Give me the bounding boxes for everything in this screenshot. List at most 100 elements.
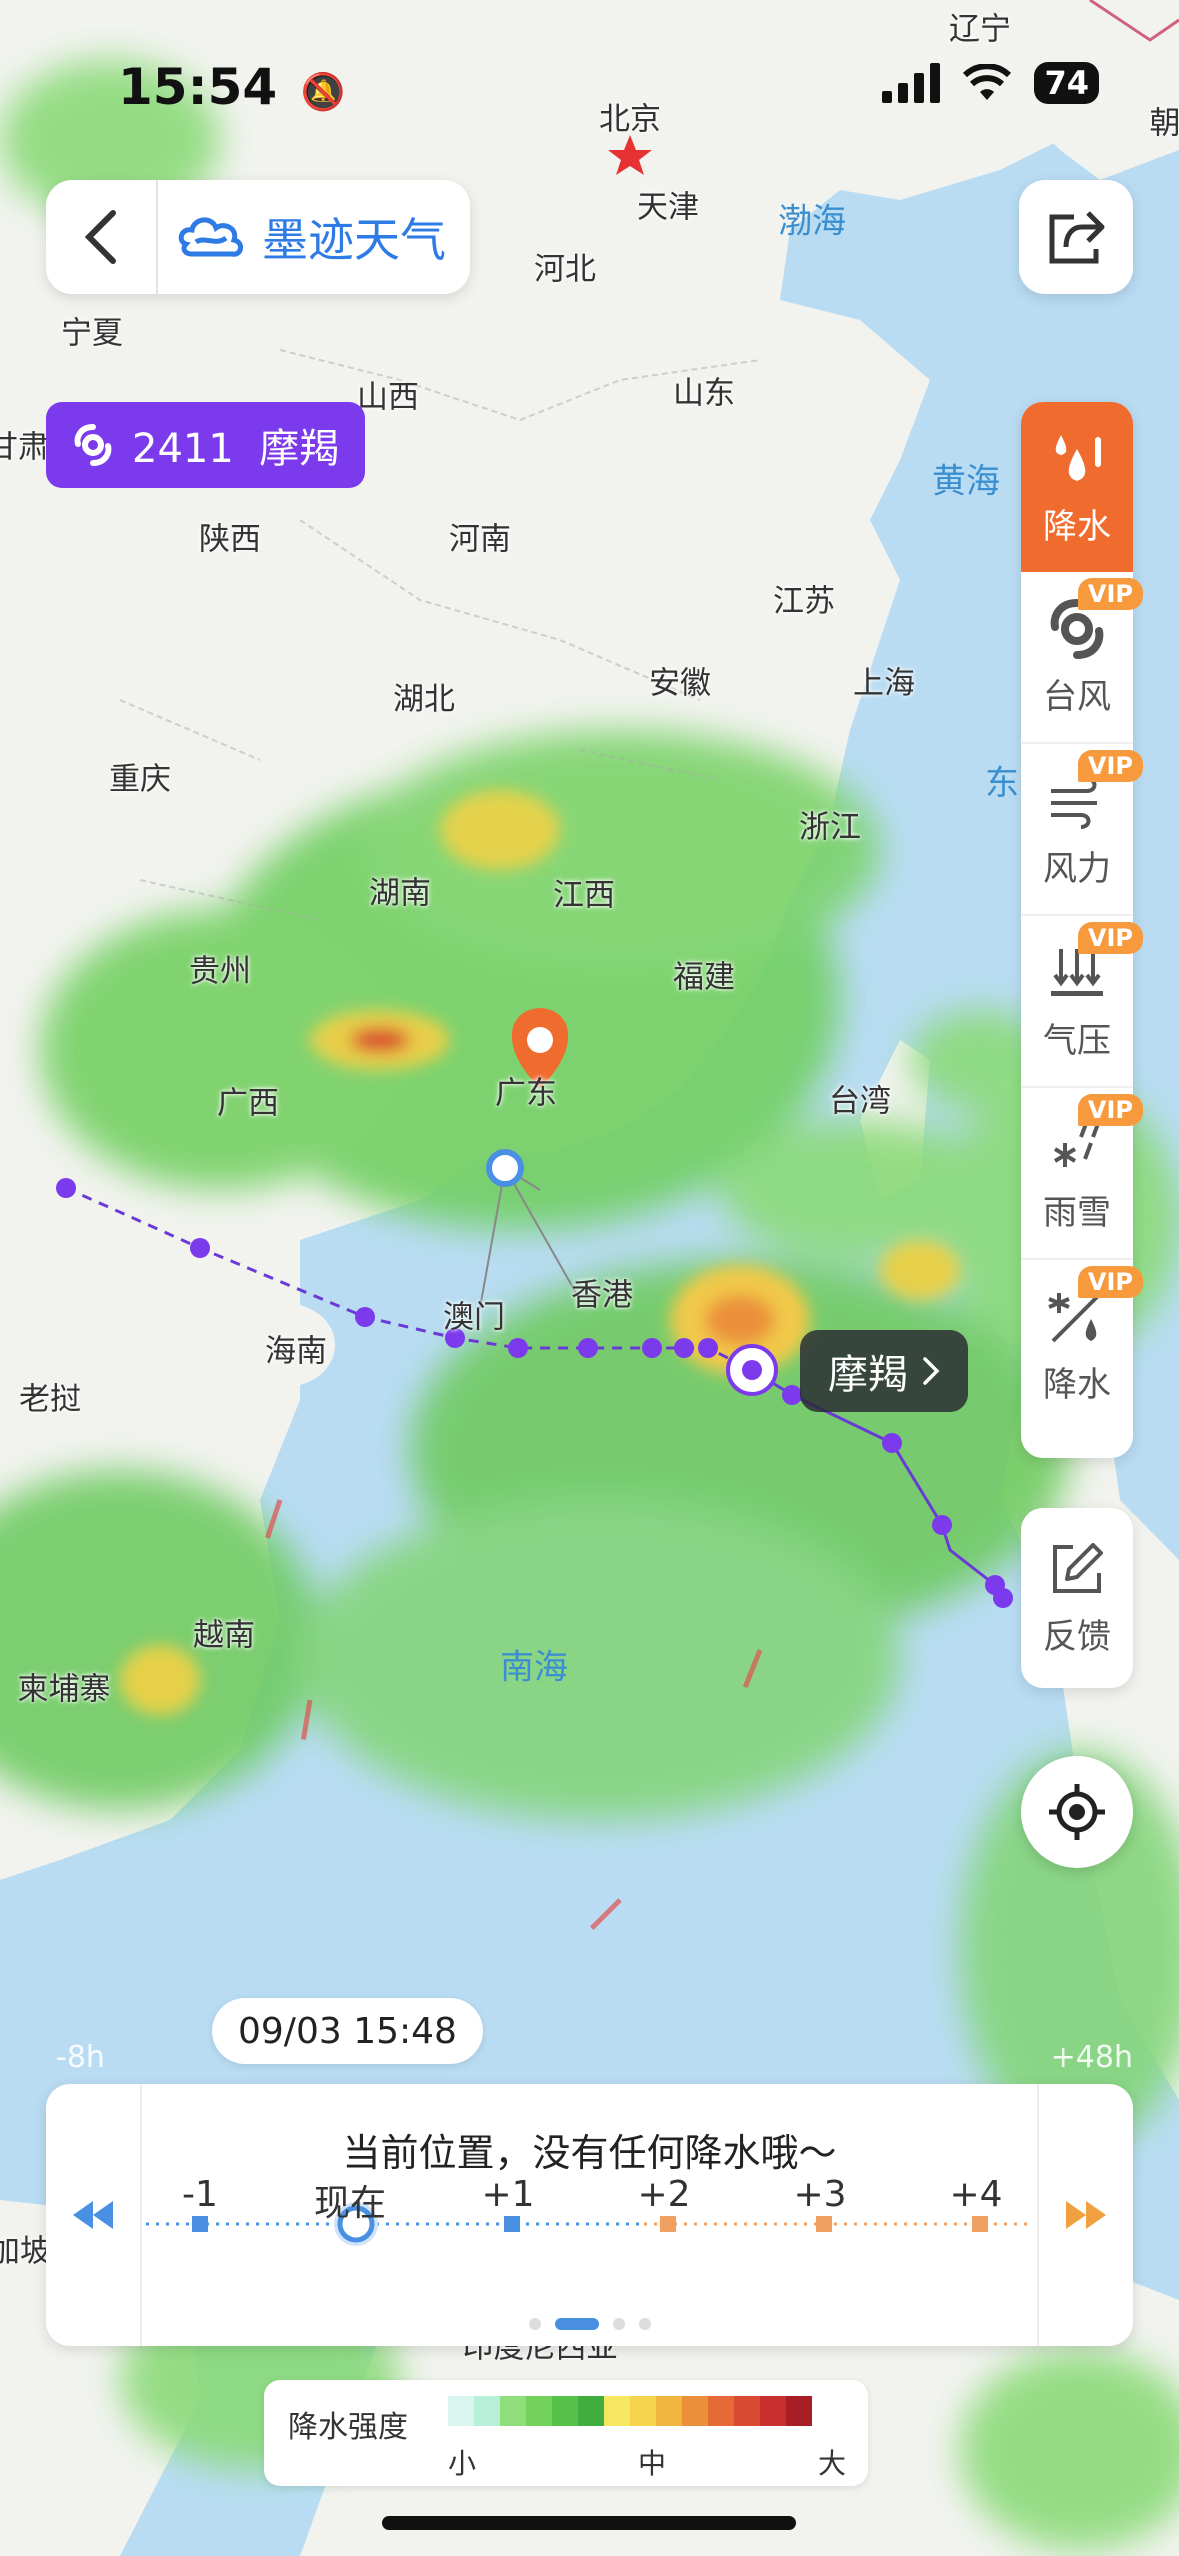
- wifi-icon: [963, 64, 1012, 100]
- timeline-panel: 当前位置，没有任何降水哦～ -1 现在 +1 +2 +3 +4: [46, 2084, 1133, 2346]
- brand-logo: 墨迹天气: [178, 204, 446, 270]
- share-button[interactable]: [1019, 180, 1133, 294]
- layer-wind[interactable]: VIP 风力: [1021, 744, 1143, 916]
- map-label-chongqing: 重庆: [109, 761, 171, 798]
- timeline-line: [146, 2202, 1034, 2246]
- typhoon-callout-name: 摩羯: [828, 1352, 908, 1398]
- map-label-ningxia: 宁夏: [61, 315, 123, 352]
- layer-snow-rain[interactable]: VIP 雨雪: [1021, 1088, 1143, 1260]
- map-label-liaoning: 辽宁: [949, 11, 1011, 48]
- legend-color-scale: [448, 2396, 812, 2426]
- map-label-hunan: 湖南: [369, 875, 431, 912]
- timeline-marker: [192, 2216, 208, 2232]
- map-label-anhui: 安徽: [649, 665, 711, 702]
- legend-low: 小: [448, 2447, 477, 2480]
- legend-swatch: [448, 2396, 474, 2426]
- range-start-label: -8h: [56, 2040, 105, 2075]
- rain-drops-icon: [1055, 434, 1101, 481]
- battery-indicator: 74: [1034, 62, 1099, 104]
- tick-plus-4: +4: [949, 2174, 1003, 2215]
- map-label-aomen: 澳门: [443, 1299, 505, 1336]
- map-label-hainan: 海南: [265, 1333, 327, 1370]
- legend-title: 降水强度: [288, 2410, 408, 2445]
- map-label-tianjin: 天津: [637, 189, 699, 226]
- timeline-marker: [504, 2216, 520, 2232]
- legend-swatch: [734, 2396, 760, 2426]
- status-time-text: 15:54: [118, 58, 278, 116]
- feedback-button[interactable]: 反馈: [1021, 1508, 1133, 1688]
- page-dot-active: [554, 2318, 599, 2330]
- map-label-xianggang: 香港: [571, 1277, 633, 1314]
- legend-high: 大: [818, 2447, 847, 2480]
- layer-rain-label: 降水: [1043, 506, 1111, 547]
- map-label-guizhou: 贵州: [189, 953, 251, 990]
- share-icon: [1049, 211, 1105, 264]
- legend-swatch: [578, 2396, 604, 2426]
- map-label-taiwan: 台湾: [829, 1083, 891, 1120]
- page-dot: [612, 2318, 625, 2330]
- timeline-marker: [816, 2216, 832, 2232]
- rewind-button[interactable]: [46, 2084, 142, 2346]
- edit-icon: [1053, 1542, 1103, 1593]
- map-label-hubei: 湖北: [393, 681, 455, 718]
- tick-plus-1: +1: [481, 2174, 535, 2215]
- map-label-fujian: 福建: [673, 959, 735, 996]
- typhoon-icon: [74, 424, 112, 466]
- signal-icon: [882, 63, 941, 103]
- feedback-label: 反馈: [1043, 1616, 1111, 1657]
- range-end-label: +48h: [1050, 2040, 1133, 2075]
- layer-precip-type-label: 降水: [1043, 1364, 1111, 1405]
- fast-forward-button[interactable]: [1037, 2084, 1133, 2346]
- layer-typhoon[interactable]: VIP 台风: [1021, 572, 1143, 744]
- chevron-left-icon: [84, 210, 116, 264]
- crosshair-icon: [1049, 1784, 1105, 1840]
- status-time: 15:54 🔕: [118, 58, 345, 116]
- precip-legend: 降水强度 小 中 大: [264, 2380, 868, 2486]
- legend-swatch: [500, 2396, 526, 2426]
- precip-message: 当前位置，没有任何降水哦～: [342, 2131, 837, 2175]
- legend-mid: 中: [638, 2447, 667, 2480]
- legend-swatch: [682, 2396, 708, 2426]
- legend-swatch: [786, 2396, 812, 2426]
- vip-badge: VIP: [1077, 750, 1143, 782]
- legend-swatch: [526, 2396, 552, 2426]
- map-label-chao: 朝: [1149, 105, 1179, 142]
- map-label-shandong: 山东: [673, 375, 735, 412]
- typhoon-callout[interactable]: 摩羯: [800, 1330, 968, 1412]
- timeline-track[interactable]: [140, 2194, 1039, 2274]
- layer-pressure[interactable]: VIP 气压: [1021, 916, 1143, 1088]
- map-label-hebei: 河北: [534, 251, 596, 288]
- layer-typhoon-label: 台风: [1043, 676, 1111, 717]
- vip-badge: VIP: [1077, 1094, 1143, 1126]
- fast-forward-icon: [1066, 2201, 1106, 2229]
- legend-swatch: [604, 2396, 630, 2426]
- map-label-shanghai: 上海: [853, 665, 915, 702]
- timeline-marker: [972, 2216, 988, 2232]
- home-indicator[interactable]: [382, 2516, 796, 2530]
- layer-panel: 降水 VIP 台风 VIP 风力 VIP 气压 VIP 雨雪 VIP 降水: [1021, 402, 1143, 1458]
- cloud-logo-icon: [178, 217, 243, 257]
- page-dot: [528, 2318, 541, 2330]
- map-label-yuenan: 越南: [193, 1617, 255, 1654]
- tick-minus-1: -1: [182, 2174, 218, 2215]
- layer-snow-rain-label: 雨雪: [1043, 1192, 1111, 1233]
- typhoon-tag-label: 2411 摩羯: [132, 426, 340, 472]
- map-label-gansu: 甘肃: [0, 429, 49, 466]
- map-label-jiapo: 加坡: [0, 2233, 51, 2270]
- map-label-guangxi: 广西: [217, 1085, 279, 1122]
- map-label-laowo: 老挝: [19, 1381, 81, 1418]
- typhoon-tag[interactable]: 2411 摩羯: [46, 402, 366, 488]
- tick-plus-3: +3: [793, 2174, 847, 2215]
- map-label-jianpuzhai: 柬埔寨: [17, 1671, 111, 1708]
- back-button[interactable]: [46, 180, 158, 294]
- status-right: 74: [882, 62, 1099, 104]
- layer-rain[interactable]: 降水: [1021, 402, 1133, 572]
- locate-button[interactable]: [1021, 1756, 1133, 1868]
- map-label-nanhai: 南海: [500, 1647, 568, 1688]
- map-label-zhejiang: 浙江: [799, 809, 861, 846]
- legend-swatch: [656, 2396, 682, 2426]
- layer-precip-type[interactable]: VIP 降水: [1021, 1260, 1143, 1430]
- timeline-marker: [660, 2216, 676, 2232]
- legend-swatch: [474, 2396, 500, 2426]
- map-label-guangdong: 广东: [495, 1075, 557, 1112]
